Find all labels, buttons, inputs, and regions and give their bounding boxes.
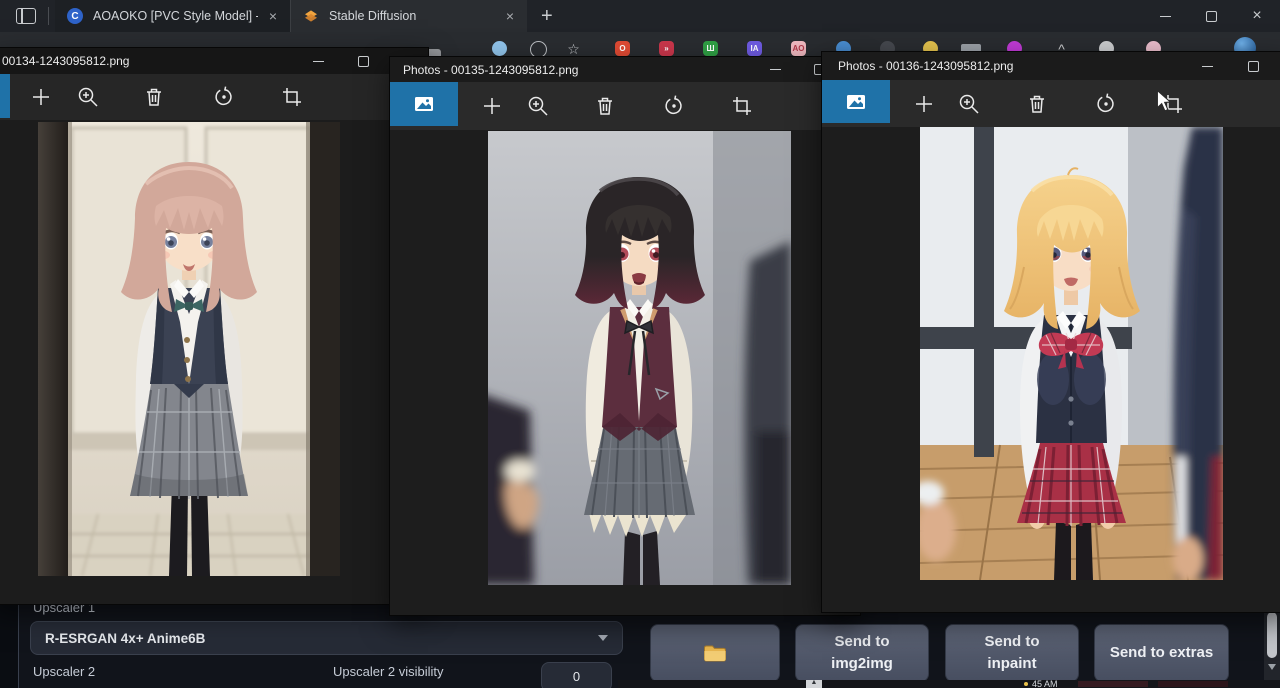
bookmark-favicon[interactable]: AO: [791, 41, 806, 56]
photos-window-00134: 00134-1243095812.png ×: [0, 48, 428, 604]
photo-image-00135[interactable]: [488, 131, 791, 585]
minimize-button[interactable]: [295, 48, 341, 74]
send-to-img2img-button[interactable]: Send to img2img: [795, 624, 929, 682]
mouse-cursor: [1154, 90, 1174, 112]
browser-minimize-button[interactable]: [1142, 0, 1188, 32]
civitai-favicon: C: [67, 8, 83, 24]
bookmark-favicon[interactable]: O: [615, 41, 630, 56]
minimize-button[interactable]: [752, 57, 798, 82]
divider: [48, 7, 49, 25]
rotate-icon[interactable]: [662, 94, 686, 118]
upscaler1-value: R-ESRGAN 4x+ Anime6B: [45, 631, 205, 646]
browser-restore-button[interactable]: [1188, 0, 1234, 32]
tab-title: Stable Diffusion: [329, 9, 495, 23]
rotate-icon[interactable]: [212, 85, 236, 109]
taskbar-sliver: ▲ 45 AM: [618, 680, 1280, 688]
clock-partial: 45 AM: [1032, 680, 1058, 688]
crop-icon[interactable]: [730, 94, 754, 118]
scrollbar-thumb[interactable]: [1267, 612, 1277, 658]
see-all-photos-button[interactable]: [822, 80, 890, 123]
tab-title: AOAOKO [PVC Style Model] - PV: [93, 9, 258, 23]
photos-window-00135: Photos - 00135-1243095812.png ×: [390, 57, 860, 615]
bookmark-favicon[interactable]: IA: [747, 41, 762, 56]
maximize-button[interactable]: [340, 48, 386, 74]
window-title: Photos - 00135-1243095812.png: [403, 63, 578, 77]
bookmark-favicon[interactable]: ☆: [566, 41, 581, 56]
close-icon[interactable]: ×: [264, 7, 282, 25]
browser-tab-stable-diffusion[interactable]: Stable Diffusion ×: [291, 0, 527, 32]
desktop: C AOAOKO [PVC Style Model] - PV × Stable…: [0, 0, 1280, 688]
zoom-in-icon[interactable]: [957, 92, 981, 116]
folder-icon: [703, 644, 727, 663]
scroll-down-arrow-icon[interactable]: [1268, 664, 1276, 670]
window-titlebar[interactable]: Photos - 00135-1243095812.png ×: [390, 57, 860, 82]
see-all-photos-button[interactable]: [0, 74, 10, 118]
browser-tab-strip: C AOAOKO [PVC Style Model] - PV × Stable…: [0, 0, 1280, 32]
photo-image-00134[interactable]: [38, 122, 340, 576]
bookmark-favicon[interactable]: [530, 41, 547, 58]
upscaler2-visibility-label: Upscaler 2 visibility: [333, 664, 444, 679]
window-titlebar[interactable]: Photos - 00136-1243095812.png ×: [822, 52, 1280, 80]
page-scrollbar[interactable]: [1264, 600, 1280, 688]
taskbar-thumb: [1158, 681, 1228, 687]
photos-toolbar: [390, 82, 860, 130]
tab-overview-icon[interactable]: [16, 8, 36, 24]
see-all-photos-icon: [843, 90, 869, 114]
window-title: Photos - 00136-1243095812.png: [838, 59, 1013, 73]
delete-icon[interactable]: [142, 85, 166, 109]
notification-dot: [1024, 682, 1028, 686]
taskbar-thumb: [1078, 681, 1148, 687]
send-to-inpaint-button[interactable]: Send to inpaint: [945, 624, 1079, 682]
close-button[interactable]: ×: [1276, 52, 1280, 80]
add-icon[interactable]: [29, 85, 53, 109]
photos-window-00136: Photos - 00136-1243095812.png ×: [822, 52, 1280, 612]
zoom-in-icon[interactable]: [76, 85, 100, 109]
add-icon[interactable]: [912, 92, 936, 116]
window-titlebar[interactable]: 00134-1243095812.png ×: [0, 48, 428, 74]
bookmark-favicon[interactable]: [492, 41, 507, 56]
browser-tab-civitai[interactable]: C AOAOKO [PVC Style Model] - PV ×: [55, 0, 291, 32]
crop-icon[interactable]: [280, 85, 304, 109]
bookmark-favicon[interactable]: »: [659, 41, 674, 56]
add-icon[interactable]: [480, 94, 504, 118]
photo-image-00136[interactable]: [920, 127, 1223, 580]
close-icon[interactable]: ×: [501, 7, 519, 25]
zoom-in-icon[interactable]: [526, 94, 550, 118]
open-folder-button[interactable]: [650, 624, 780, 682]
photos-toolbar: [0, 74, 428, 120]
chevron-down-icon: [598, 635, 608, 641]
upscaler2-visibility-input[interactable]: 0: [541, 662, 612, 688]
browser-close-button[interactable]: ×: [1234, 0, 1280, 32]
rotate-icon[interactable]: [1094, 92, 1118, 116]
delete-icon[interactable]: [593, 94, 617, 118]
photos-toolbar: [822, 80, 1280, 127]
minimize-button[interactable]: [1184, 52, 1230, 80]
maximize-button[interactable]: [1230, 52, 1276, 80]
new-tab-button[interactable]: +: [541, 5, 553, 28]
delete-icon[interactable]: [1025, 92, 1049, 116]
upscaler2-label: Upscaler 2: [33, 664, 95, 679]
gradio-favicon: [303, 8, 319, 24]
tray-chevron[interactable]: ▲: [806, 680, 822, 688]
bookmark-favicon[interactable]: Ш: [703, 41, 718, 56]
see-all-photos-icon: [411, 92, 437, 116]
upscaler1-dropdown[interactable]: R-ESRGAN 4x+ Anime6B: [30, 621, 623, 655]
window-title: 00134-1243095812.png: [2, 54, 129, 68]
see-all-photos-button[interactable]: [390, 82, 458, 126]
send-to-extras-button[interactable]: Send to extras: [1094, 624, 1229, 682]
